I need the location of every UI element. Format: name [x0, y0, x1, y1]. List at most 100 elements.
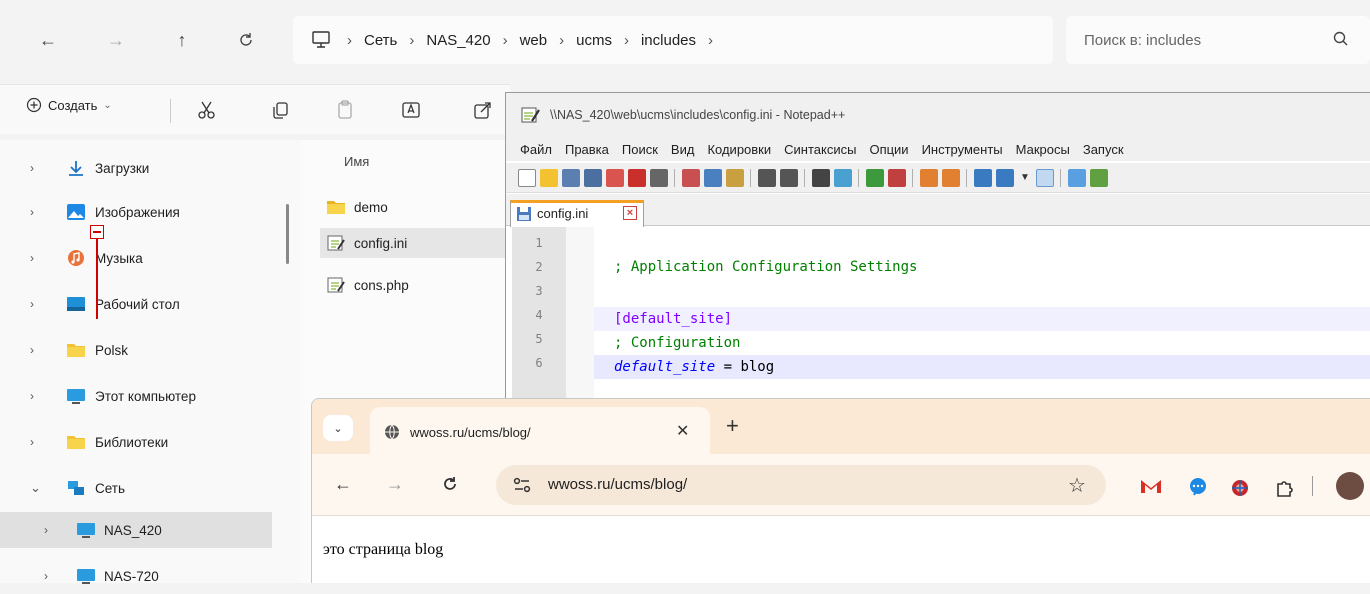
breadcrumb-ucms[interactable]: ucms [576, 32, 612, 49]
breadcrumb-web[interactable]: web [520, 32, 548, 49]
nav-item-nas420[interactable]: › NAS_420 [0, 512, 272, 548]
pane-splitter[interactable] [286, 204, 289, 264]
menu-settings[interactable]: Опции [869, 142, 908, 157]
rename-icon[interactable] [400, 99, 422, 121]
chat-extension-icon[interactable] [1188, 478, 1208, 496]
browser-tab[interactable]: wwoss.ru/ucms/blog/ ✕ [370, 407, 710, 454]
menu-view[interactable]: Вид [671, 142, 695, 157]
close-all-icon[interactable] [628, 169, 646, 187]
sync-vertical-icon[interactable] [920, 169, 938, 187]
gmail-icon[interactable] [1140, 478, 1162, 494]
nav-item-desktop[interactable]: › Рабочий стол [0, 286, 272, 322]
menu-run[interactable]: Запуск [1083, 142, 1124, 157]
omnibox[interactable]: wwoss.ru/ucms/blog/ ☆ [496, 465, 1106, 505]
nav-item-downloads[interactable]: › Загрузки [0, 150, 272, 186]
nav-item-pictures[interactable]: › Изображения [0, 194, 272, 230]
back-button[interactable]: ← [34, 26, 62, 54]
redo-icon[interactable] [780, 169, 798, 187]
file-item-demo[interactable]: demo [320, 192, 510, 222]
chevron-down-icon[interactable]: ⌄ [30, 480, 41, 496]
breadcrumb-network[interactable]: Сеть [364, 32, 397, 49]
share-icon[interactable] [472, 99, 494, 121]
tab-config-ini[interactable]: config.ini × [510, 200, 644, 227]
menu-macro[interactable]: Макросы [1016, 142, 1070, 157]
new-tab-button[interactable]: + [726, 413, 739, 439]
nav-item-nas720[interactable]: › NAS-720 [0, 558, 272, 594]
zoom-in-icon[interactable] [866, 169, 884, 187]
replace-icon[interactable] [834, 169, 852, 187]
column-header-name[interactable]: Имя [344, 154, 369, 169]
file-item-config-ini[interactable]: config.ini [320, 228, 510, 258]
save-all-icon[interactable] [584, 169, 602, 187]
shield-extension-icon[interactable] [1230, 478, 1250, 498]
address-path-box[interactable]: › Сеть › NAS_420 › web › ucms › includes… [293, 16, 1053, 64]
chevron-right-icon[interactable]: › [30, 161, 34, 175]
chevron-right-icon[interactable]: › [708, 32, 713, 49]
paste-icon[interactable] [726, 169, 744, 187]
menu-file[interactable]: Файл [520, 142, 552, 157]
up-button[interactable]: ↑ [168, 26, 196, 54]
menu-tools[interactable]: Инструменты [922, 142, 1003, 157]
doc-map-icon[interactable] [1090, 169, 1108, 187]
file-item-cons-php[interactable]: cons.php [320, 270, 510, 300]
ini-file-icon [327, 235, 345, 251]
close-file-icon[interactable] [606, 169, 624, 187]
word-wrap-icon[interactable] [974, 169, 992, 187]
chevron-right-icon[interactable]: › [30, 389, 34, 403]
nav-item-network[interactable]: ⌄ Сеть [0, 470, 272, 506]
back-button[interactable]: ← [334, 474, 352, 495]
forward-button[interactable]: → [102, 26, 130, 54]
chevron-right-icon[interactable]: › [44, 523, 48, 537]
site-info-icon[interactable] [512, 476, 532, 494]
close-icon[interactable]: × [623, 206, 637, 220]
menu-encoding[interactable]: Кодировки [707, 142, 771, 157]
close-icon[interactable]: ✕ [676, 421, 689, 441]
bookmark-star-icon[interactable]: ☆ [1068, 473, 1086, 498]
new-file-icon[interactable] [518, 169, 536, 187]
copy-icon[interactable] [704, 169, 722, 187]
chevron-right-icon[interactable]: › [30, 297, 34, 311]
avatar[interactable] [1336, 472, 1364, 500]
indent-guide-icon[interactable] [1036, 169, 1054, 187]
undo-icon[interactable] [758, 169, 776, 187]
file-name: config.ini [354, 235, 408, 251]
zoom-out-icon[interactable] [888, 169, 906, 187]
nav-item-polsk[interactable]: › Polsk [0, 332, 272, 368]
nav-item-this-pc[interactable]: › Этот компьютер [0, 378, 272, 414]
chrome-toolbar: ← → wwoss.ru/ucms/blog/ ☆ [312, 454, 1370, 516]
sync-horizontal-icon[interactable] [942, 169, 960, 187]
nav-item-libraries[interactable]: › Библиотеки [0, 424, 272, 460]
fold-toggle-icon[interactable] [90, 225, 104, 239]
menu-language[interactable]: Синтаксисы [784, 142, 856, 157]
show-all-chars-icon[interactable] [996, 169, 1014, 187]
find-icon[interactable] [812, 169, 830, 187]
copy-icon[interactable] [270, 99, 292, 121]
nav-item-music[interactable]: › Музыка [0, 240, 272, 276]
code-editor[interactable]: 1 2 3 4 5 6 ; Application Configuration … [506, 227, 1370, 413]
chevron-right-icon[interactable]: › [30, 251, 34, 265]
extensions-puzzle-icon[interactable] [1274, 478, 1294, 498]
notepadpp-titlebar[interactable]: \\NAS_420\web\ucms\includes\config.ini -… [506, 93, 1370, 137]
breadcrumb-nas420[interactable]: NAS_420 [426, 32, 490, 49]
menu-edit[interactable]: Правка [565, 142, 609, 157]
create-button[interactable]: Создать ⌄ [26, 97, 112, 113]
chevron-right-icon[interactable]: › [30, 435, 34, 449]
menu-search[interactable]: Поиск [622, 142, 658, 157]
user-lang-icon[interactable] [1068, 169, 1086, 187]
open-file-icon[interactable] [540, 169, 558, 187]
chevron-right-icon[interactable]: › [30, 205, 34, 219]
paste-icon[interactable] [334, 99, 356, 121]
save-icon[interactable] [562, 169, 580, 187]
chevron-right-icon[interactable]: › [44, 569, 48, 583]
cut-icon[interactable] [196, 99, 218, 121]
refresh-button[interactable] [232, 26, 260, 54]
forward-button[interactable]: → [386, 474, 404, 495]
tab-search-button[interactable]: ⌄ [323, 415, 353, 441]
dropdown-arrow-icon[interactable]: ▼ [1016, 169, 1034, 187]
chevron-right-icon[interactable]: › [30, 343, 34, 357]
search-input[interactable]: Поиск в: includes [1066, 16, 1370, 64]
cut-icon[interactable] [682, 169, 700, 187]
reload-icon[interactable] [442, 476, 458, 492]
print-icon[interactable] [650, 169, 668, 187]
breadcrumb-includes[interactable]: includes [641, 32, 696, 49]
